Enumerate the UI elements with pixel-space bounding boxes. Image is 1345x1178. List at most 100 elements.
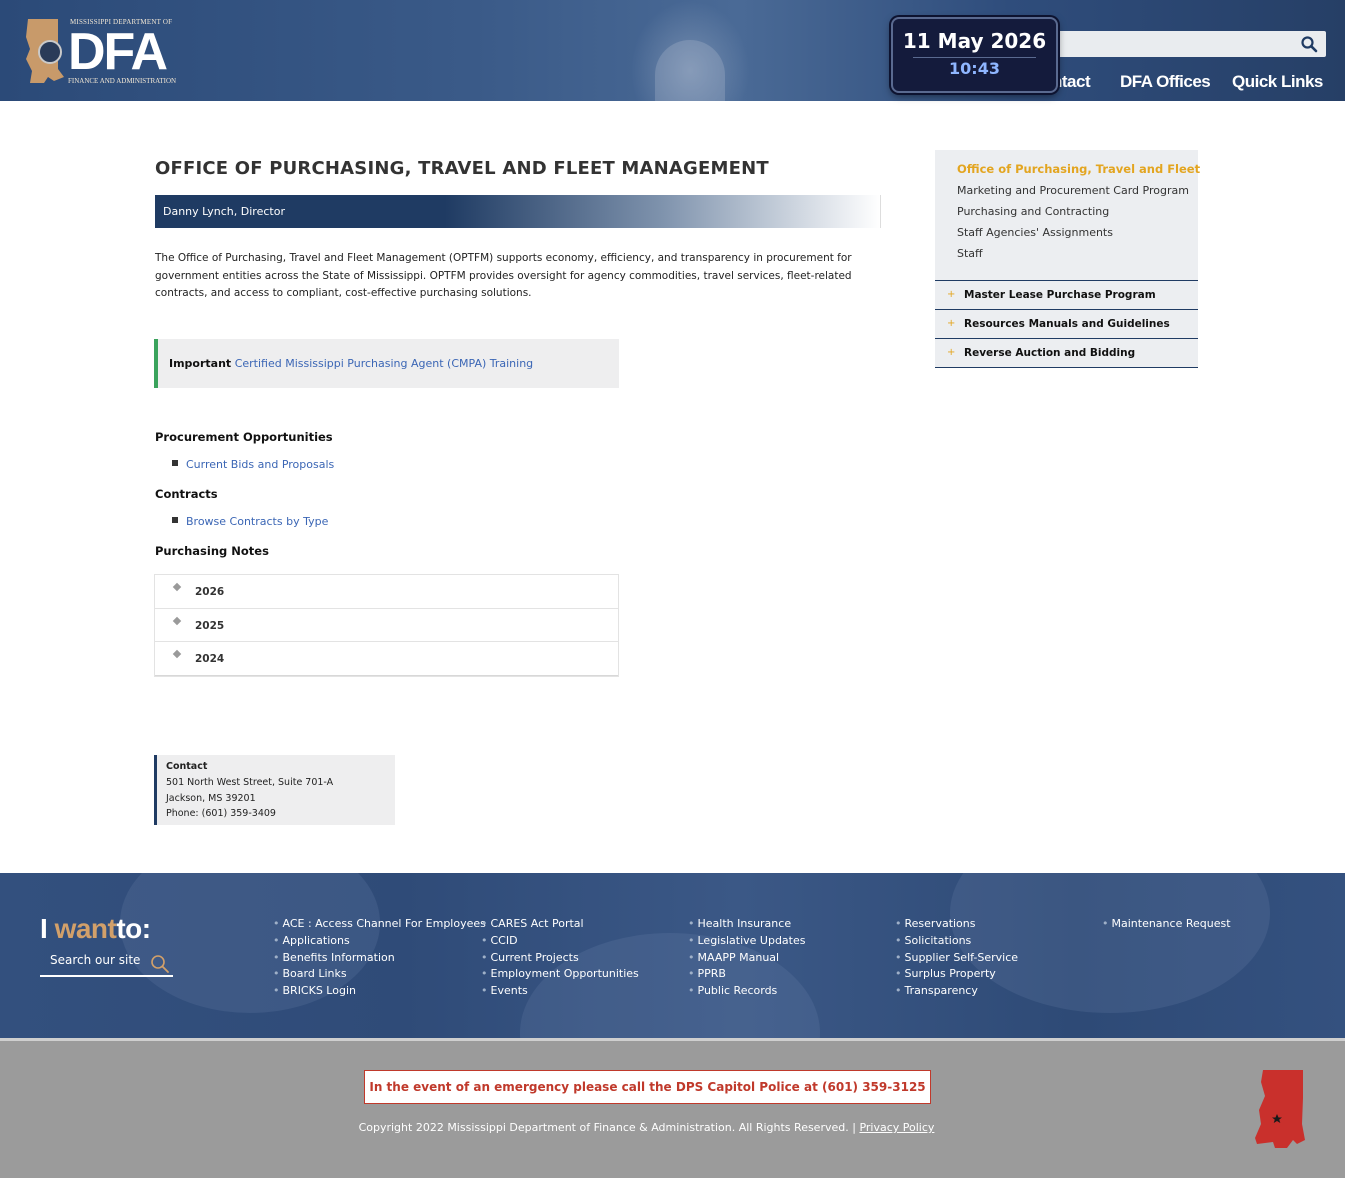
sidebar-accordion-resources[interactable]: + Resources Manuals and Guidelines (935, 309, 1198, 338)
cmpa-training-link[interactable]: Certified Mississippi Purchasing Agent (… (235, 357, 533, 370)
footer-column-3: • Health Insurance • Legislative Updates •… (688, 916, 805, 1000)
header-search-input[interactable] (1040, 31, 1326, 57)
privacy-policy-link[interactable]: Privacy Policy (859, 1121, 934, 1134)
director-banner: Danny Lynch, Director (155, 195, 881, 228)
search-icon[interactable] (149, 953, 171, 975)
current-bids-link[interactable]: Current Bids and Proposals (186, 458, 334, 471)
footer-link-bricks[interactable]: • BRICKS Login (273, 983, 486, 1000)
emergency-notice: In the event of an emergency please call… (364, 1070, 931, 1104)
accordion-year: 2025 (195, 619, 225, 632)
footer-search-label: Search our site (50, 953, 141, 967)
accordion-row-2026[interactable]: 2026 (155, 575, 618, 609)
dfa-logo[interactable]: MISSISSIPPI DEPARTMENT OF DFA FINANCE AN… (24, 16, 184, 88)
square-bullet-icon (172, 517, 178, 523)
square-bullet-icon (172, 460, 178, 466)
sidebar-item-active[interactable]: Office of Purchasing, Travel and Fleet (957, 162, 1200, 176)
footer-link-cares[interactable]: • CARES Act Portal (481, 916, 639, 933)
site-footer: I wantto: Search our site • ACE : Access … (0, 873, 1345, 1038)
sidebar-accordion-reverse-auction[interactable]: + Reverse Auction and Bidding (935, 338, 1198, 367)
copyright-text: Copyright 2022 Mississippi Department of… (358, 1121, 856, 1134)
bottom-bar: In the event of an emergency please call… (0, 1038, 1345, 1178)
intro-paragraph: The Office of Purchasing, Travel and Fle… (155, 252, 852, 299)
footer-link-board[interactable]: • Board Links (273, 966, 486, 983)
footer-link-maintenance[interactable]: • Maintenance Request (1102, 916, 1231, 933)
footer-link-transparency[interactable]: • Transparency (895, 983, 1018, 1000)
footer-link-benefits[interactable]: • Benefits Information (273, 950, 486, 967)
footer-link-surplus[interactable]: • Surplus Property (895, 966, 1018, 983)
purchasing-notes-heading: Purchasing Notes (155, 544, 269, 558)
sidebar-accordion-master-lease[interactable]: + Master Lease Purchase Program (935, 280, 1198, 309)
sidebar-item-purchasing[interactable]: Purchasing and Contracting (957, 205, 1109, 218)
mississippi-map-icon[interactable] (1253, 1068, 1307, 1154)
plus-icon: + (947, 289, 956, 300)
footer-link-applications[interactable]: • Applications (273, 933, 486, 950)
footer-link-supplier[interactable]: • Supplier Self-Service (895, 950, 1018, 967)
site-header: MISSISSIPPI DEPARTMENT OF DFA FINANCE AN… (0, 0, 1345, 101)
purchasing-notes-accordion: 2026 2025 2024 (154, 574, 619, 677)
footer-link-events[interactable]: • Events (481, 983, 639, 1000)
footer-search-input[interactable]: Search our site (40, 953, 173, 977)
plus-icon: + (947, 347, 956, 358)
copyright-line: Copyright 2022 Mississippi Department of… (0, 1121, 1293, 1134)
state-seal-icon (38, 40, 62, 64)
accordion-year: 2026 (195, 586, 225, 598)
browse-contracts-link[interactable]: Browse Contracts by Type (186, 515, 328, 528)
list-item: Current Bids and Proposals (172, 458, 334, 471)
accordion-label: Master Lease Purchase Program (964, 289, 1156, 301)
capitol-dome (655, 40, 725, 101)
footer-link-health[interactable]: • Health Insurance (688, 916, 805, 933)
footer-link-ace[interactable]: • ACE : Access Channel For Employees (273, 916, 486, 933)
footer-link-public-records[interactable]: • Public Records (688, 983, 805, 1000)
list-item: Browse Contracts by Type (172, 515, 328, 528)
footer-column-4: • Reservations • Solicitations • Supplier S… (895, 916, 1018, 1000)
accordion-label: Reverse Auction and Bidding (964, 347, 1136, 359)
nav-dfa-offices[interactable]: DFA Offices (1120, 72, 1211, 96)
page-title: OFFICE OF PURCHASING, TRAVEL AND FLEET M… (155, 158, 769, 179)
diamond-toggle-icon (172, 616, 182, 625)
footer-column-2: • CARES Act Portal • CCID • Current Project… (481, 916, 639, 1000)
sidebar-divider (935, 367, 1198, 368)
footer-link-pprb[interactable]: • PPRB (688, 966, 805, 983)
footer-link-maapp[interactable]: • MAAPP Manual (688, 950, 805, 967)
clock-date: 11 May 2026 (902, 29, 1047, 53)
accordion-row-2025[interactable]: 2025 (155, 609, 618, 642)
director-name: Danny Lynch, Director (163, 205, 285, 218)
contracts-heading: Contracts (155, 487, 218, 501)
footer-link-projects[interactable]: • Current Projects (481, 950, 639, 967)
footer-column-5: • Maintenance Request (1102, 916, 1231, 933)
footer-link-reservations[interactable]: • Reservations (895, 916, 1018, 933)
important-label: Important (169, 357, 232, 370)
procurement-heading: Procurement Opportunities (155, 430, 333, 444)
footer-link-employment[interactable]: • Employment Opportunities (481, 966, 639, 983)
sidebar-item-staff-agencies[interactable]: Staff Agencies' Assignments (957, 226, 1113, 239)
footer-link-ccid[interactable]: • CCID (481, 933, 639, 950)
nav-quick-links[interactable]: Quick Links (1232, 72, 1323, 96)
section-sidebar: Office of Purchasing, Travel and Fleet M… (935, 150, 1200, 368)
footer-link-solicitations[interactable]: • Solicitations (895, 933, 1018, 950)
accordion-label: Resources Manuals and Guidelines (964, 318, 1170, 330)
logo-dfa-text: DFA (68, 23, 168, 81)
sidebar-item-staff[interactable]: Staff (957, 247, 983, 260)
i-want-to-heading: I wantto: (40, 913, 151, 945)
sidebar-item-marketing[interactable]: Marketing and Procurement Card Program (957, 184, 1189, 197)
accordion-row-2024[interactable]: 2024 (155, 642, 618, 676)
diamond-toggle-icon (172, 582, 182, 592)
contact-address: 501 North West Street, Suite 701-A (166, 777, 334, 788)
plus-icon: + (947, 318, 956, 329)
footer-link-legislative[interactable]: • Legislative Updates (688, 933, 805, 950)
search-icon[interactable] (1300, 35, 1318, 53)
clock-widget: 11 May 2026 10:43 (891, 17, 1058, 93)
important-callout: Important Certified Mississippi Purchasi… (154, 339, 619, 388)
contact-phone: Phone: (601) 359-3409 (166, 808, 276, 819)
contact-heading: Contact (166, 761, 208, 772)
diamond-toggle-icon (172, 649, 182, 659)
contact-box: Contact 501 North West Street, Suite 701… (154, 755, 395, 825)
i-want-word-to: to: (116, 913, 151, 944)
contact-city: Jackson, MS 39201 (166, 793, 256, 804)
footer-column-1: • ACE : Access Channel For Employees • App… (273, 916, 486, 1000)
emergency-text: In the event of an emergency please call… (369, 1080, 926, 1094)
logo-bottom-text: FINANCE AND ADMINISTRATION (68, 77, 177, 85)
accordion-year: 2024 (195, 653, 225, 665)
i-want-word-i: I (40, 913, 48, 944)
clock-time: 10:43 (949, 59, 1000, 78)
